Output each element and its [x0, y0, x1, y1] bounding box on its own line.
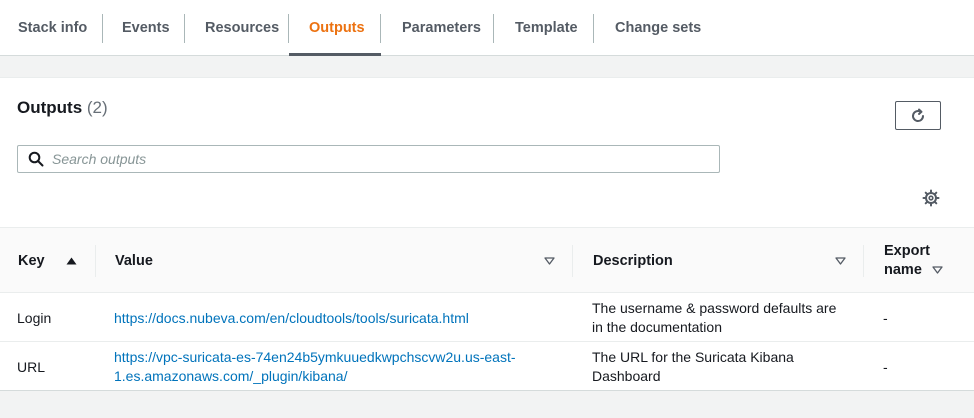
refresh-button[interactable]: [895, 101, 941, 130]
output-value-link[interactable]: https://docs.nubeva.com/en/cloudtools/to…: [114, 309, 469, 328]
tab-parameters[interactable]: Parameters: [381, 0, 494, 55]
output-description: The username & password defaults are: [592, 300, 837, 316]
cell-value: https://docs.nubeva.com/en/cloudtools/to…: [114, 294, 564, 342]
cell-export-name: -: [883, 343, 943, 391]
column-header-label: Description: [593, 253, 673, 269]
tab-label: Template: [515, 19, 578, 36]
cell-value: https://vpc-suricata-es-74en24b5ymkuuedk…: [114, 343, 564, 391]
panel-title: Outputs (2): [17, 98, 108, 118]
cell-key: URL: [17, 343, 97, 391]
output-value-link[interactable]: 1.es.amazonaws.com/_plugin/kibana/: [114, 367, 516, 386]
output-description: Dashboard: [592, 368, 661, 384]
gear-icon[interactable]: [922, 189, 940, 207]
column-header-export-name[interactable]: Export name: [864, 228, 974, 294]
cell-key: Login: [17, 294, 97, 342]
column-header-value[interactable]: Value: [96, 228, 573, 294]
output-export-name: -: [883, 309, 888, 326]
tab-label: Stack info: [18, 19, 88, 36]
tab-label: Outputs: [309, 19, 365, 36]
tab-template[interactable]: Template: [494, 0, 594, 55]
tab-outputs[interactable]: Outputs: [289, 0, 381, 56]
output-key: URL: [17, 358, 46, 375]
caret-down-outline-icon[interactable]: [835, 257, 846, 265]
search-icon: [28, 151, 44, 167]
tab-label: Resources: [205, 19, 280, 36]
tab-stack-info[interactable]: Stack info: [0, 0, 103, 55]
caret-down-outline-icon[interactable]: [932, 266, 943, 274]
refresh-icon: [912, 108, 925, 122]
column-header-description[interactable]: Description: [573, 228, 864, 294]
cell-export-name: -: [883, 294, 943, 342]
cell-description: The username & password defaults are in …: [592, 294, 857, 342]
table-row: Login https://docs.nubeva.com/en/cloudto…: [0, 294, 974, 342]
output-count: (2): [86, 98, 108, 117]
column-header-label: Export: [884, 243, 930, 259]
search-box: [17, 145, 720, 173]
output-value-link[interactable]: https://vpc-suricata-es-74en24b5ymkuuedk…: [114, 348, 516, 367]
tab-events[interactable]: Events: [103, 0, 185, 55]
output-description: in the documentation: [592, 319, 722, 335]
column-header-key[interactable]: Key: [0, 228, 96, 294]
tab-resources[interactable]: Resources: [185, 0, 289, 55]
column-header-label: name: [884, 262, 922, 278]
output-key: Login: [17, 309, 52, 326]
caret-down-outline-icon[interactable]: [544, 257, 555, 265]
output-export-name: -: [883, 358, 888, 375]
search-input[interactable]: [52, 151, 702, 167]
table-header: Key Value Description Export name: [0, 227, 974, 293]
tab-change-sets[interactable]: Change sets: [594, 0, 714, 55]
panel-title-text: Outputs: [17, 98, 83, 117]
caret-up-icon[interactable]: [66, 257, 77, 265]
column-header-label: Value: [115, 253, 153, 269]
output-description: The URL for the Suricata Kibana: [592, 349, 794, 365]
cell-description: The URL for the Suricata Kibana Dashboar…: [592, 343, 857, 391]
tab-label: Parameters: [402, 19, 481, 36]
tab-label: Change sets: [615, 19, 702, 36]
column-header-label-wrap: Export name: [884, 242, 930, 280]
tab-label: Events: [122, 19, 170, 36]
tab-bar: Stack info Events Resources Outputs Para…: [0, 0, 974, 56]
column-header-label: Key: [18, 253, 45, 269]
outputs-panel: Outputs (2) Search outputs Key Value Des…: [0, 77, 974, 391]
table-row: URL https://vpc-suricata-es-74en24b5ymku…: [0, 343, 974, 391]
